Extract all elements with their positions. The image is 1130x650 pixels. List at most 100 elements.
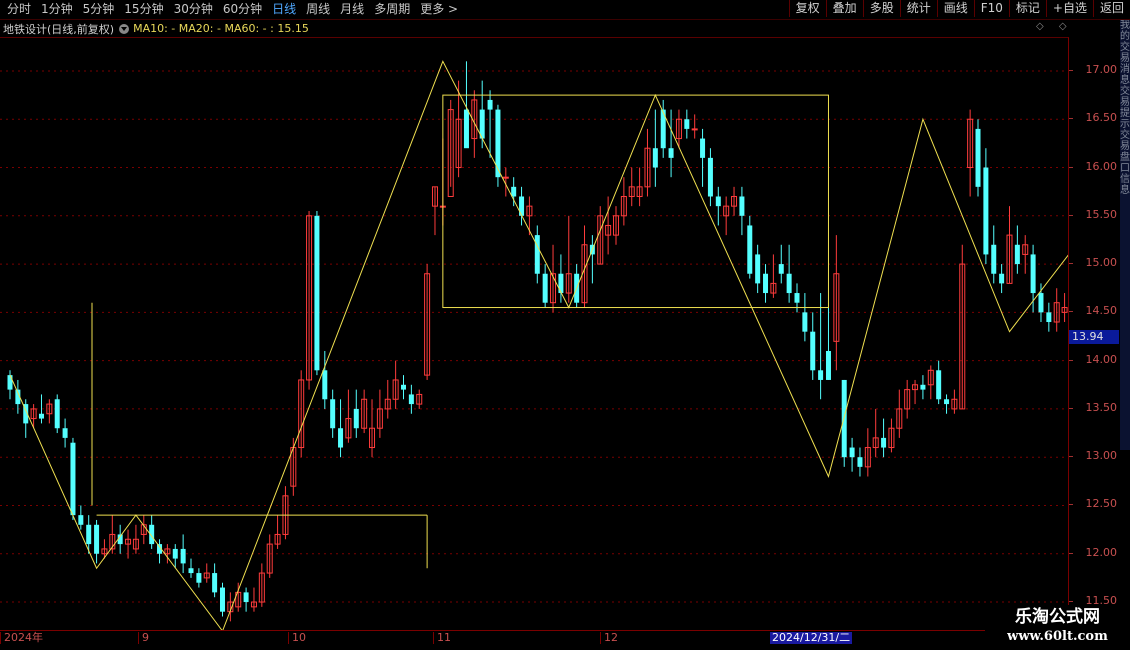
period-tab-8[interactable]: 月线 bbox=[335, 2, 369, 17]
candle-body-down bbox=[38, 413, 44, 419]
current-price-label: 13.94 bbox=[1069, 330, 1119, 344]
candle-body-down bbox=[519, 196, 525, 216]
tool-button-3[interactable]: 统计 bbox=[899, 0, 937, 17]
candle-body-down bbox=[463, 109, 469, 149]
right-side-panel[interactable]: 我的交易消息交易提示交易盘口信息 bbox=[1120, 20, 1130, 450]
candle-body-down bbox=[487, 99, 493, 110]
candle-body-down bbox=[857, 457, 863, 467]
candle-body-down bbox=[408, 394, 414, 405]
period-tab-10[interactable]: 更多 > bbox=[415, 2, 463, 17]
price-tick-mark bbox=[1069, 166, 1073, 168]
price-tick-mark bbox=[1069, 552, 1073, 554]
price-tick-label: 14.50 bbox=[1085, 304, 1118, 318]
candle-body-down bbox=[54, 399, 60, 429]
tool-button-5[interactable]: F10 bbox=[973, 0, 1009, 17]
candle-body-down bbox=[558, 273, 564, 294]
period-tab-2[interactable]: 5分钟 bbox=[78, 2, 120, 17]
chart-info-bar: 地铁设计(日线,前复权) MA10: - MA20: - MA60: - : 1… bbox=[0, 20, 1060, 37]
candle-body-down bbox=[338, 428, 344, 448]
kline-svg bbox=[0, 60, 1130, 633]
candle-body-down bbox=[684, 119, 690, 129]
tool-button-0[interactable]: 复权 bbox=[788, 0, 826, 17]
date-axis-label: 2024年 bbox=[0, 632, 43, 644]
kline-chart[interactable] bbox=[0, 37, 1130, 633]
candle-body-down bbox=[794, 293, 800, 303]
candle-body-down bbox=[7, 375, 13, 390]
watermark: 乐淘公式网 www.60lt.com bbox=[985, 605, 1130, 650]
candle-body-down bbox=[825, 350, 831, 380]
price-tick-label: 17.00 bbox=[1085, 62, 1118, 76]
price-tick-mark bbox=[1069, 601, 1073, 603]
price-tick-label: 14.00 bbox=[1085, 352, 1118, 366]
candle-body-down bbox=[70, 442, 76, 516]
price-tick-label: 13.00 bbox=[1085, 449, 1118, 463]
period-tab-4[interactable]: 30分钟 bbox=[169, 2, 218, 17]
price-tick-mark bbox=[1069, 456, 1073, 458]
candle-body-down bbox=[86, 524, 92, 545]
candle-body-down bbox=[180, 548, 186, 564]
candle-body-down bbox=[1046, 312, 1052, 323]
candle-body-down bbox=[534, 235, 540, 274]
tool-button-4[interactable]: 画线 bbox=[936, 0, 974, 17]
tool-button-2[interactable]: 多股 bbox=[862, 0, 900, 17]
candle-body-down bbox=[700, 138, 706, 158]
candle-body-down bbox=[401, 384, 406, 390]
period-tab-6[interactable]: 日线 bbox=[267, 2, 301, 17]
price-tick-label: 16.50 bbox=[1085, 111, 1118, 125]
candle-body-down bbox=[849, 447, 855, 458]
candle-body-down bbox=[763, 273, 769, 294]
period-tabs: 分时 1分钟 5分钟 15分钟 30分钟 60分钟 日线 周线 月线 多周期 更多 > bbox=[2, 2, 463, 17]
tool-buttons: 复权 叠加 多股 统计 画线 F10 标记 +自选 返回 bbox=[788, 0, 1130, 17]
candle-body-down bbox=[94, 524, 100, 554]
candle-body-up bbox=[691, 128, 698, 131]
stock-title: 地铁设计(日线,前复权) bbox=[3, 22, 115, 36]
candle-body-down bbox=[778, 264, 784, 274]
diamond-icons[interactable]: ◇ ◇ bbox=[1036, 21, 1073, 32]
candle-body-down bbox=[810, 331, 816, 371]
candle-body-down bbox=[511, 186, 517, 197]
tool-button-8[interactable]: 返回 bbox=[1092, 0, 1130, 17]
ma-dropdown-icon[interactable] bbox=[119, 23, 130, 34]
candle-body-down bbox=[330, 399, 336, 429]
tool-button-1[interactable]: 叠加 bbox=[825, 0, 863, 17]
tool-button-6[interactable]: 标记 bbox=[1008, 0, 1046, 17]
period-tab-5[interactable]: 60分钟 bbox=[218, 2, 267, 17]
right-panel-text: 我的交易消息交易提示交易盘口信息 bbox=[1120, 20, 1130, 196]
date-axis-label: 12 bbox=[600, 632, 618, 644]
tool-button-7[interactable]: +自选 bbox=[1045, 0, 1093, 17]
candle-body-down bbox=[1030, 254, 1036, 294]
candle-body-down bbox=[755, 254, 761, 284]
candle-body-down bbox=[786, 273, 792, 294]
ma-indicator-text: MA10: - MA20: - MA60: - : 15.15 bbox=[133, 22, 309, 35]
candle-body-down bbox=[78, 515, 84, 525]
price-tick-mark bbox=[1069, 69, 1073, 71]
candle-body-down bbox=[936, 370, 942, 400]
price-tick-mark bbox=[1069, 504, 1073, 506]
candle-body-down bbox=[818, 370, 824, 380]
candle-body-down bbox=[991, 244, 997, 274]
candle-body-down bbox=[920, 384, 926, 390]
price-tick-label: 12.50 bbox=[1085, 497, 1118, 511]
period-tab-0[interactable]: 分时 bbox=[2, 2, 36, 17]
candle-body-down bbox=[542, 273, 548, 303]
period-tab-9[interactable]: 多周期 bbox=[369, 2, 415, 17]
candle-body-down bbox=[747, 225, 753, 274]
candle-body-down bbox=[172, 548, 178, 559]
selected-date-label: 2024/12/31/二 bbox=[770, 631, 853, 644]
period-tab-7[interactable]: 周线 bbox=[301, 2, 335, 17]
candle-body-down bbox=[707, 157, 713, 197]
bottom-strip bbox=[0, 645, 985, 650]
candle-body-down bbox=[219, 587, 225, 612]
price-tick-label: 12.00 bbox=[1085, 545, 1118, 559]
candle-body-down bbox=[188, 568, 194, 574]
period-tab-3[interactable]: 15分钟 bbox=[119, 2, 168, 17]
candle-body-down bbox=[495, 109, 501, 178]
price-tick-label: 16.00 bbox=[1085, 159, 1118, 173]
watermark-url: www.60lt.com bbox=[1007, 629, 1108, 644]
period-tab-1[interactable]: 1分钟 bbox=[36, 2, 78, 17]
price-tick-mark bbox=[1069, 118, 1073, 120]
candle-body-down bbox=[212, 573, 218, 593]
candle-body-down bbox=[983, 167, 989, 255]
candle-body-down bbox=[353, 408, 359, 429]
zigzag-trend-line bbox=[9, 60, 1073, 633]
